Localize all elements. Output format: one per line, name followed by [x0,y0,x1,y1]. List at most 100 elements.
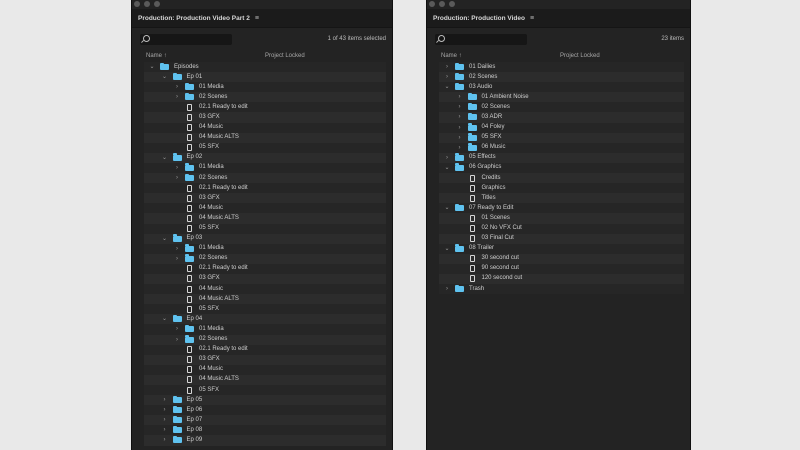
folder-row[interactable]: › 02 Scenes [439,72,684,83]
sequence-row[interactable]: 30 second cut [439,253,684,264]
sequence-row[interactable]: 03 GFX [144,273,386,285]
chevron-down-icon[interactable]: ⌄ [162,73,168,81]
chevron-down-icon[interactable]: ⌄ [444,245,450,253]
sequence-row[interactable]: 90 second cut [439,263,684,274]
sequence-row[interactable]: 05 SFX [144,385,386,396]
chevron-right-icon[interactable]: › [174,174,180,182]
hamburger-icon[interactable]: ≡ [530,15,534,22]
window-controls[interactable] [427,0,455,8]
chevron-right-icon[interactable]: › [174,93,180,101]
folder-row[interactable]: ⌄ Ep 03 [144,233,386,244]
sequence-row[interactable]: 120 second cut [439,273,684,285]
chevron-down-icon[interactable]: ⌄ [444,204,450,212]
folder-row[interactable]: › 02 Scenes [144,173,386,184]
chevron-right-icon[interactable]: › [174,325,180,333]
column-project-locked[interactable]: Project Locked [265,53,305,59]
folder-row[interactable]: › 01 Ambient Noise [439,92,684,103]
search-input[interactable] [140,33,232,45]
sequence-row[interactable]: 02.1 Ready to edit [144,344,386,355]
folder-row[interactable]: ⌄ 07 Ready to Edit [439,203,684,214]
chevron-down-icon[interactable]: ⌄ [162,235,168,243]
sequence-row[interactable]: 05 SFX [144,304,386,315]
folder-row[interactable]: › 02 Scenes [144,334,386,345]
sequence-row[interactable]: 03 Final Cut [439,233,684,244]
sequence-row[interactable]: 04 Music [144,203,386,214]
folder-row[interactable]: › 02 Scenes [144,253,386,264]
sequence-row[interactable]: 02.1 Ready to edit [144,102,386,113]
sequence-row[interactable]: 04 Music ALTS [144,213,386,224]
sequence-row[interactable]: 02.1 Ready to edit [144,263,386,274]
sequence-row[interactable]: 03 GFX [144,193,386,204]
chevron-right-icon[interactable]: › [174,164,180,172]
chevron-right-icon[interactable]: › [444,63,450,71]
folder-row[interactable]: › Ep 09 [144,435,386,446]
hamburger-icon[interactable]: ≡ [255,15,259,22]
folder-row[interactable]: › 02 Scenes [144,92,386,103]
chevron-right-icon[interactable]: › [162,416,168,424]
folder-row[interactable]: ⌄ 08 Trailer [439,243,684,254]
column-project-locked[interactable]: Project Locked [560,53,600,59]
folder-row[interactable]: › 01 Media [144,82,386,93]
chevron-right-icon[interactable]: › [162,436,168,444]
chevron-right-icon[interactable]: › [174,83,180,91]
folder-row[interactable]: ⌄ 03 Audio [439,82,684,93]
sequence-row[interactable]: 02 No VFX Cut [439,223,684,234]
chevron-right-icon[interactable]: › [444,73,450,81]
chevron-right-icon[interactable]: › [162,406,168,414]
chevron-right-icon[interactable]: › [457,134,463,142]
window-controls[interactable] [132,0,160,8]
sequence-row[interactable]: Titles [439,193,684,204]
chevron-right-icon[interactable]: › [444,285,450,293]
column-name[interactable]: Name ↑ [146,53,167,59]
column-name[interactable]: Name ↑ [441,53,462,59]
sequence-row[interactable]: 04 Music [144,284,386,295]
folder-row[interactable]: › 01 Dailies [439,62,684,73]
folder-row[interactable]: › 01 Media [144,324,386,335]
chevron-right-icon[interactable]: › [457,124,463,132]
folder-row[interactable]: › Trash [439,284,684,295]
chevron-right-icon[interactable]: › [174,245,180,253]
chevron-right-icon[interactable]: › [174,255,180,263]
sequence-row[interactable]: 03 GFX [144,354,386,365]
folder-row[interactable]: › 01 Media [144,243,386,254]
folder-row[interactable]: › 05 SFX [439,132,684,143]
folder-row[interactable]: › 04 Foley [439,122,684,133]
sequence-row[interactable]: 04 Music [144,122,386,133]
sequence-row[interactable]: 02.1 Ready to edit [144,183,386,194]
folder-row[interactable]: › 01 Media [144,162,386,174]
chevron-right-icon[interactable]: › [457,93,463,101]
folder-row[interactable]: ⌄ Episodes [144,62,386,73]
chevron-down-icon[interactable]: ⌄ [162,154,168,162]
folder-row[interactable]: › 06 Music [439,142,684,153]
sequence-row[interactable]: 01 Scenes [439,213,684,224]
sequence-row[interactable]: 03 GFX [144,112,386,123]
chevron-down-icon[interactable]: ⌄ [162,315,168,323]
chevron-right-icon[interactable]: › [457,113,463,121]
sequence-row[interactable]: 05 SFX [144,223,386,234]
folder-row[interactable]: ⌄ Ep 02 [144,152,386,163]
sequence-row[interactable]: 04 Music ALTS [144,294,386,305]
sequence-row[interactable]: Graphics [439,183,684,194]
folder-row[interactable]: › 02 Scenes [439,102,684,113]
folder-row[interactable]: › 05 Effects [439,152,684,163]
chevron-right-icon[interactable]: › [444,154,450,162]
chevron-right-icon[interactable]: › [162,396,168,404]
search-input[interactable] [435,33,527,45]
folder-row[interactable]: › Ep 08 [144,425,386,436]
chevron-down-icon[interactable]: ⌄ [444,83,450,91]
folder-row[interactable]: › 03 ADR [439,112,684,123]
chevron-down-icon[interactable]: ⌄ [149,63,155,71]
sequence-row[interactable]: 04 Music ALTS [144,132,386,143]
sequence-row[interactable]: 04 Music ALTS [144,374,386,385]
folder-row[interactable]: › Ep 07 [144,415,386,426]
sequence-row[interactable]: Credits [439,173,684,184]
folder-row[interactable]: › Ep 05 [144,395,386,406]
chevron-right-icon[interactable]: › [457,103,463,111]
chevron-right-icon[interactable]: › [162,426,168,434]
sequence-row[interactable]: 05 SFX [144,142,386,153]
chevron-right-icon[interactable]: › [457,144,463,152]
folder-row[interactable]: ⌄ Ep 04 [144,314,386,325]
folder-row[interactable]: › Ep 06 [144,405,386,416]
folder-row[interactable]: ⌄ Ep 01 [144,72,386,83]
chevron-right-icon[interactable]: › [174,336,180,344]
